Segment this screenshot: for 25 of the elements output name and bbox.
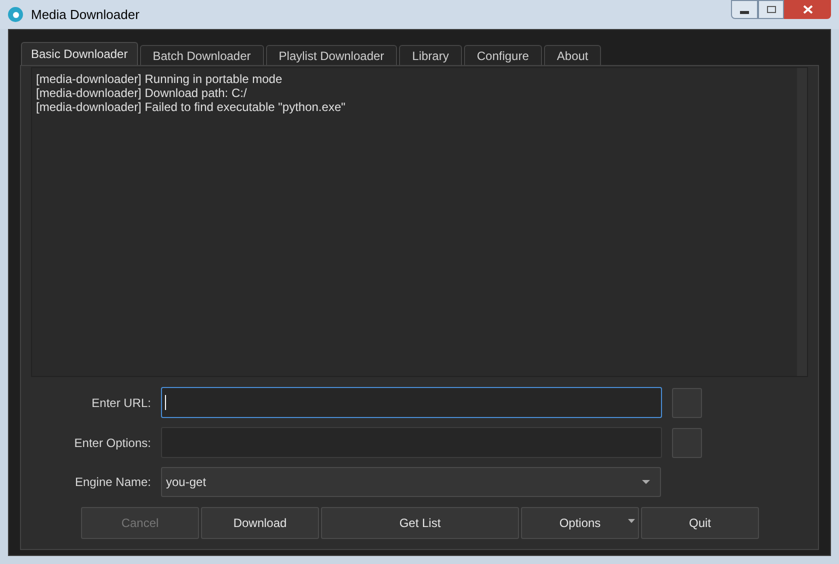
tab[interactable]: Basic Downloader	[21, 42, 138, 65]
tab[interactable]: About	[544, 45, 602, 65]
field-label: Engine Name:	[74, 474, 152, 491]
field-label: Enter Options:	[73, 434, 152, 452]
action-button[interactable]: Download	[201, 507, 319, 539]
app-logo-icon	[8, 7, 23, 22]
window-title: Media Downloader	[31, 6, 140, 24]
engine-dropdown[interactable]: you-get	[161, 467, 661, 497]
input-field[interactable]	[161, 387, 662, 418]
close-icon	[802, 5, 812, 14]
minimize-button[interactable]	[731, 0, 758, 19]
log-line: [media-downloader] Running in portable mode	[36, 72, 284, 86]
field-label: Enter URL:	[90, 394, 152, 412]
caret-icon	[642, 480, 650, 484]
action-button[interactable]: Quit	[641, 507, 759, 539]
tab[interactable]: Configure	[464, 45, 542, 65]
close-button[interactable]	[784, 0, 831, 19]
log-line: [media-downloader] Failed to find executable "python.exe"	[36, 100, 346, 114]
action-button[interactable]: Options	[521, 507, 639, 539]
log-line: [media-downloader] Download path: C:/	[36, 86, 248, 100]
tab[interactable]: Playlist Downloader	[266, 45, 398, 65]
tab[interactable]: Library	[399, 45, 462, 65]
action-button[interactable]: Get List	[321, 507, 519, 539]
maximize-button[interactable]	[758, 0, 784, 19]
tab[interactable]: Batch Downloader	[140, 45, 264, 65]
